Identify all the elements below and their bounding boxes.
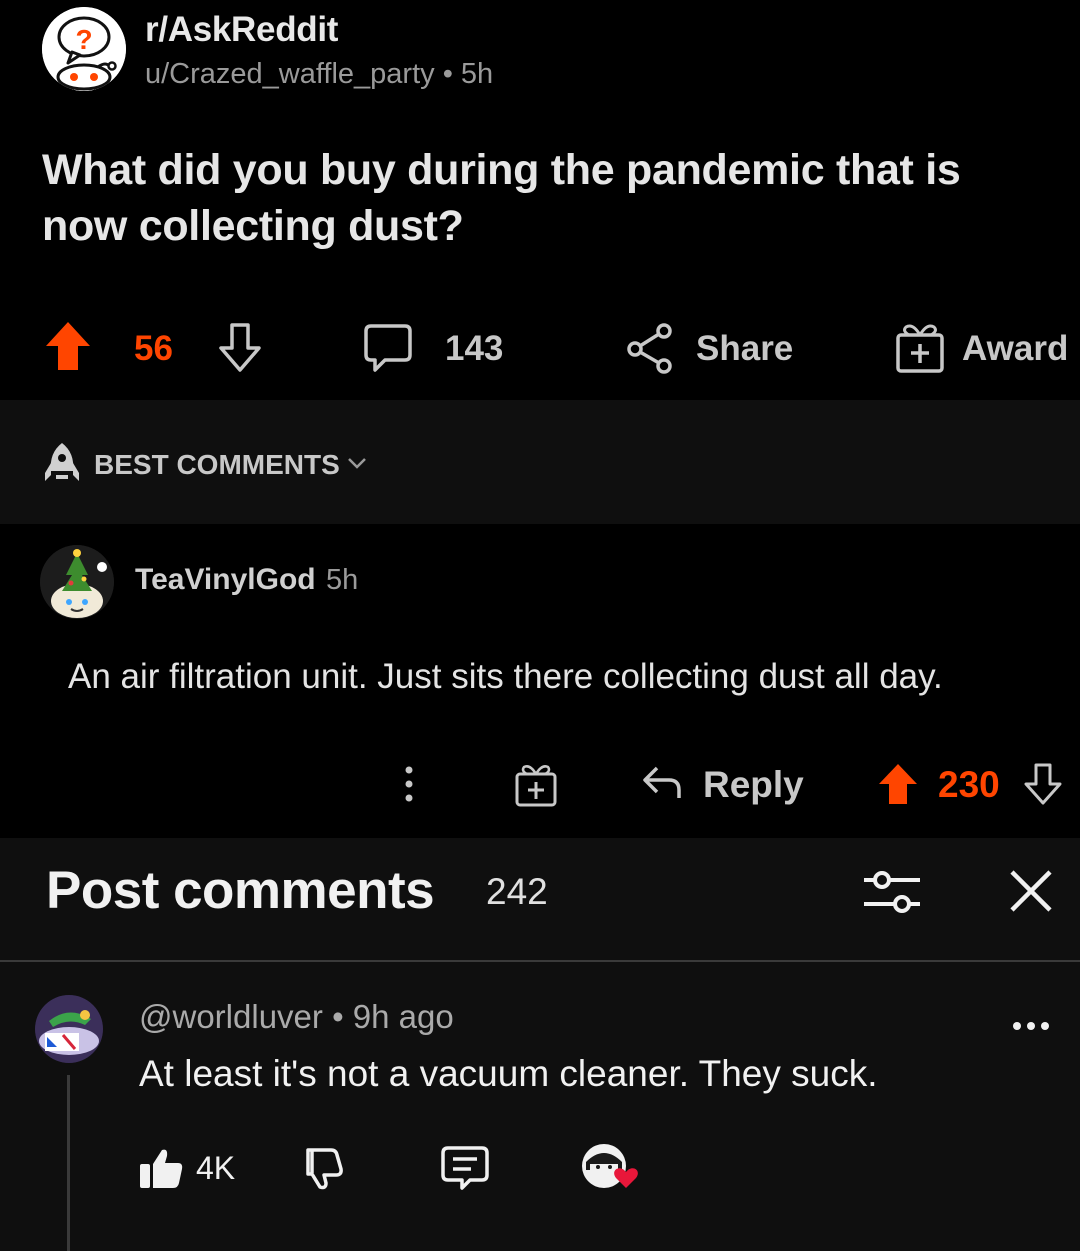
dislike-button[interactable]	[298, 1147, 344, 1191]
share-icon	[627, 323, 672, 374]
comment-age: 5h	[326, 564, 359, 596]
close-icon	[1010, 870, 1052, 912]
chevron-down-icon[interactable]	[346, 456, 368, 470]
close-button[interactable]	[1008, 868, 1054, 914]
award-button[interactable]	[895, 321, 945, 375]
comment-vote-count: 230	[938, 764, 1000, 805]
meta-separator: •	[442, 58, 453, 90]
sliders-icon	[864, 871, 920, 913]
filter-sliders-button[interactable]	[862, 866, 922, 918]
post-meta: u/Crazed_waffle_party • 5h	[145, 58, 493, 91]
yt-comment-age: 9h ago	[352, 998, 454, 1035]
yt-comment-author[interactable]: @worldluver	[139, 998, 323, 1035]
subreddit-name[interactable]: r/AskReddit	[145, 10, 338, 50]
comment-downvote-button[interactable]	[1022, 762, 1064, 806]
share-button[interactable]	[626, 322, 676, 374]
snoo-tree-avatar-icon	[40, 545, 114, 619]
gift-award-icon	[515, 765, 557, 807]
panel-title: Post comments	[46, 861, 435, 920]
yt-comment-menu-button[interactable]	[1012, 1020, 1050, 1032]
thumbs-down-icon	[306, 1148, 343, 1190]
more-options-icon[interactable]	[402, 765, 416, 803]
yt-comment-body: At least it's not a vacuum cleaner. They…	[139, 1053, 878, 1094]
thread-line	[67, 1075, 70, 1251]
post-age: 5h	[460, 58, 494, 90]
upvote-arrow-icon	[879, 764, 917, 804]
world-avatar-icon	[35, 995, 103, 1063]
share-label[interactable]: Share	[696, 329, 793, 369]
post-vote-count: 56	[134, 329, 173, 368]
comment-upvote-button[interactable]	[877, 762, 919, 806]
gift-award-icon	[896, 324, 944, 373]
sort-label[interactable]: BEST COMMENTS	[94, 449, 340, 481]
comments-button[interactable]	[363, 322, 413, 374]
award-label[interactable]: Award	[962, 329, 1068, 369]
panel-comment-count: 242	[486, 871, 548, 912]
post-comment-count: 143	[445, 329, 504, 368]
downvote-arrow-icon	[219, 323, 261, 372]
more-horizontal-icon	[1013, 1022, 1049, 1030]
creator-heart-badge	[580, 1142, 642, 1194]
svg-text:?: ?	[75, 24, 92, 55]
reply-label[interactable]: Reply	[703, 764, 804, 806]
subreddit-avatar[interactable]: ?	[42, 7, 126, 91]
reply-arrow-icon	[643, 766, 681, 798]
downvote-arrow-icon	[1024, 763, 1062, 805]
sort-rocket-icon	[42, 441, 82, 485]
like-button[interactable]	[138, 1146, 184, 1190]
like-count: 4K	[196, 1150, 236, 1186]
yt-meta-separator: •	[332, 998, 344, 1035]
post-author[interactable]: u/Crazed_waffle_party	[145, 58, 435, 90]
askreddit-logo-icon: ?	[42, 7, 126, 91]
upvote-button[interactable]	[44, 320, 92, 372]
comment-author[interactable]: TeaVinylGod	[135, 563, 316, 597]
post-title[interactable]: What did you buy during the pandemic tha…	[42, 142, 1052, 254]
panel-divider	[0, 960, 1080, 962]
comment-body: An air filtration unit. Just sits there …	[68, 657, 943, 696]
thumbs-up-icon	[140, 1149, 183, 1188]
comment-bubble-icon	[441, 1146, 489, 1190]
comment-bubble-icon	[364, 324, 412, 372]
downvote-button[interactable]	[216, 322, 264, 374]
comment-award-button[interactable]	[514, 762, 558, 808]
reply-comment-button[interactable]	[440, 1145, 490, 1191]
yt-comment-meta: @worldluver • 9h ago	[139, 998, 454, 1036]
creator-heart-icon	[582, 1144, 638, 1188]
yt-commenter-avatar[interactable]	[35, 995, 103, 1063]
reply-button[interactable]	[641, 764, 683, 802]
commenter-avatar[interactable]	[40, 545, 114, 619]
upvote-arrow-icon	[46, 322, 90, 370]
